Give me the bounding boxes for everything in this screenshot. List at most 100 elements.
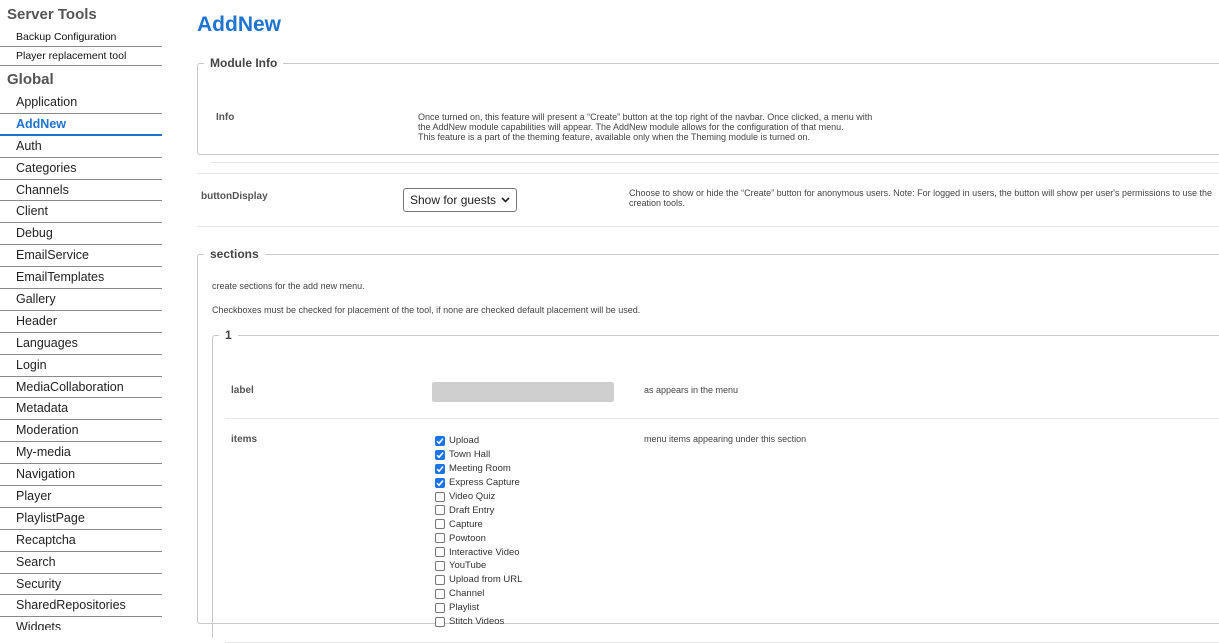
button-display-value: Show for guests [410,193,497,207]
checkbox-checked[interactable] [435,449,445,460]
sidebar-item-moderation[interactable]: Moderation [0,420,162,443]
sidebar-item-auth[interactable]: Auth [0,136,162,158]
global-nav-list: Application AddNew Auth Categories Channels C… [0,92,165,630]
checkmark-icon [436,438,444,445]
module-info-legend: Module Info [210,56,278,70]
section-1-fieldset: 1 label as appears in the menu items Upl… [212,328,1219,643]
item-checkbox-row[interactable]: YouTube [435,559,522,573]
server-tool-item[interactable]: Backup Configuration [0,28,162,47]
item-checkbox-label: Town Hall [449,449,491,461]
sidebar-item-sharedrepositories[interactable]: SharedRepositories [0,595,162,618]
item-checkbox-row[interactable]: Upload from URL [435,573,522,587]
item-checkbox-row[interactable]: Interactive Video [435,545,522,559]
checkbox-unchecked[interactable] [435,519,445,530]
sidebar-item-client[interactable]: Client [0,201,162,224]
checkmark-icon [436,479,444,486]
sidebar-item-languages[interactable]: Languages [0,333,162,355]
divider [197,173,1219,174]
sidebar-item-emailtemplates[interactable]: EmailTemplates [0,267,162,290]
page-title: AddNew [197,13,281,36]
item-checkbox-label: Interactive Video [449,546,520,558]
checkbox-unchecked[interactable] [435,588,445,599]
sections-intro: create sections for the add new menu. [212,281,365,291]
item-checkbox-row[interactable]: Powtoon [435,531,522,545]
item-checkbox-label: Stitch Videos [449,616,505,628]
info-text-line: Once turned on, this feature will presen… [418,112,873,122]
server-tool-item[interactable]: Player replacement tool [0,47,162,66]
item-checkbox-label: Express Capture [449,477,520,489]
button-display-description: Choose to show or hide the “Create” butt… [629,188,1213,208]
sidebar: Server Tools Backup Configuration Player … [0,0,165,630]
item-checkbox-row[interactable]: Draft Entry [435,503,522,517]
item-checkbox-row[interactable]: Upload [435,434,522,448]
section-label-description: as appears in the menu [644,385,739,395]
item-checkbox-row[interactable]: Stitch Videos [435,615,522,629]
button-display-select[interactable]: Show for guests [403,188,517,212]
server-tools-heading: Server Tools [7,6,97,23]
sections-note: Checkboxes must be checked for placement… [212,305,641,315]
checkbox-unchecked[interactable] [435,602,445,613]
sidebar-item-player[interactable]: Player [0,486,162,508]
divider [197,226,1219,227]
item-checkbox-label: Upload from URL [449,574,523,586]
checkmark-icon [436,451,444,459]
checkbox-unchecked[interactable] [435,560,445,571]
checkbox-checked[interactable] [435,463,445,474]
sections-legend: sections [210,247,259,261]
checkbox-unchecked[interactable] [435,505,445,516]
sidebar-item-security[interactable]: Security [0,574,162,596]
global-heading: Global [7,71,54,88]
section-1-legend: 1 [225,328,232,342]
item-checkbox-row[interactable]: Town Hall [435,448,522,462]
sidebar-item-playlistpage[interactable]: PlaylistPage [0,508,162,530]
item-checkbox-label: Powtoon [449,532,486,544]
button-display-label: buttonDisplay [201,191,268,202]
info-text-line: the AddNew module capabilities will appe… [418,122,844,132]
checkbox-unchecked[interactable] [435,547,445,558]
sidebar-item-application[interactable]: Application [0,92,162,114]
item-checkbox-row[interactable]: Channel [435,587,522,601]
checkbox-unchecked[interactable] [435,616,445,627]
sidebar-item-recaptcha[interactable]: Recaptcha [0,530,162,552]
sidebar-item-emailservice[interactable]: EmailService [0,245,162,268]
item-checkbox-label: Meeting Room [449,463,511,475]
sidebar-item-channels[interactable]: Channels [0,180,162,202]
main-content: AddNew Module Info Info Once turned on, … [197,0,1219,643]
sidebar-item-widgets[interactable]: Widgets [0,617,162,630]
sidebar-item-my-media[interactable]: My-media [0,442,162,465]
info-label: Info [216,112,235,123]
item-checkbox-label: Capture [449,518,483,530]
sidebar-item-mediacollaboration[interactable]: MediaCollaboration [0,377,162,399]
item-checkbox-row[interactable]: Capture [435,517,522,531]
checkbox-unchecked[interactable] [435,533,445,544]
server-tools-list: Backup Configuration Player replacement t… [0,28,165,66]
checkbox-unchecked[interactable] [435,491,445,502]
divider [225,418,1219,419]
sidebar-item-header[interactable]: Header [0,311,162,333]
info-text-line: This feature is a part of the theming fe… [418,132,811,142]
items-field-label: items [231,434,258,445]
sidebar-item-search[interactable]: Search [0,552,162,574]
item-checkbox-label: Upload [449,435,480,447]
sidebar-item-categories[interactable]: Categories [0,158,162,180]
item-checkbox-row[interactable]: Meeting Room [435,462,522,476]
sidebar-item-debug[interactable]: Debug [0,223,162,246]
section-label-input[interactable] [432,382,614,402]
checkbox-checked[interactable] [435,477,445,488]
checkbox-unchecked[interactable] [435,574,445,585]
checkbox-checked[interactable] [435,435,445,446]
item-checkbox-row[interactable]: Video Quiz [435,490,522,504]
sidebar-item-gallery[interactable]: Gallery [0,289,162,311]
sidebar-item-metadata[interactable]: Metadata [0,398,162,421]
item-checkbox-label: Playlist [449,602,480,614]
item-checkbox-label: Draft Entry [449,504,495,516]
divider [211,162,1219,163]
sections-fieldset: sections create sections for the add new… [197,247,1219,643]
sidebar-item-addnew[interactable]: AddNew [0,114,162,136]
item-checkbox-row[interactable]: Express Capture [435,476,522,490]
sidebar-item-login[interactable]: Login [0,355,162,377]
item-checkbox-label: Channel [449,588,485,600]
item-checkbox-row[interactable]: Playlist [435,601,522,615]
item-checkbox-label: YouTube [449,560,487,572]
sidebar-item-navigation[interactable]: Navigation [0,464,162,487]
